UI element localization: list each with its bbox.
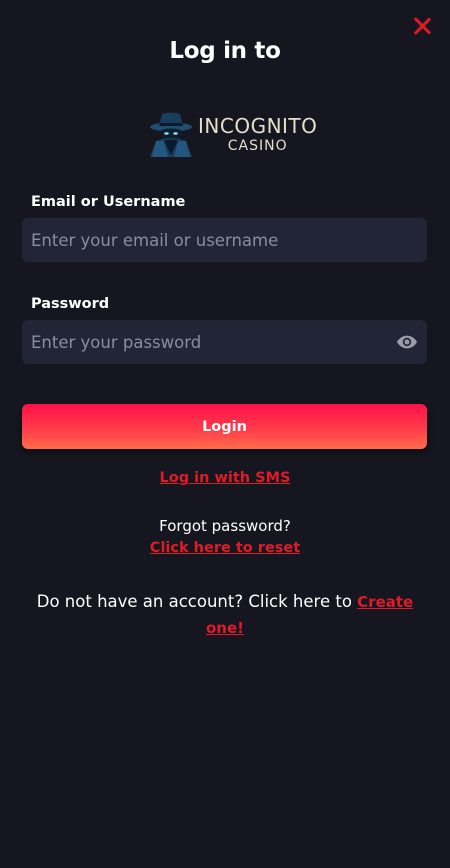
reset-password-row: Click here to reset xyxy=(0,540,450,556)
no-account-text: Do not have an account? Click here to xyxy=(36,592,352,611)
close-icon[interactable] xyxy=(411,15,433,37)
forgot-password-text: Forgot password? xyxy=(159,517,291,535)
password-field[interactable] xyxy=(22,320,427,364)
reset-password-link[interactable]: Click here to reset xyxy=(150,540,300,556)
eye-icon[interactable] xyxy=(396,332,418,352)
password-label: Password xyxy=(31,296,110,312)
sms-login-row: Log in with SMS xyxy=(0,470,450,486)
page-title: Log in to xyxy=(169,38,281,64)
email-label: Email or Username xyxy=(31,194,186,210)
spy-icon xyxy=(150,112,192,157)
brand-logo: INCOGNITO CASINO xyxy=(146,110,317,158)
logo-text: INCOGNITO CASINO xyxy=(198,116,317,153)
login-screen: Log in to INCOGNITO CASINO Email or User… xyxy=(0,0,450,868)
logo-title: INCOGNITO xyxy=(198,113,318,138)
sms-login-link[interactable]: Log in with SMS xyxy=(160,470,291,486)
signup-prompt: Do not have an account? Click here to Cr… xyxy=(30,589,420,641)
logo-subtitle: CASINO xyxy=(227,137,288,154)
email-field[interactable] xyxy=(22,218,427,262)
login-button[interactable]: Login xyxy=(22,404,427,449)
